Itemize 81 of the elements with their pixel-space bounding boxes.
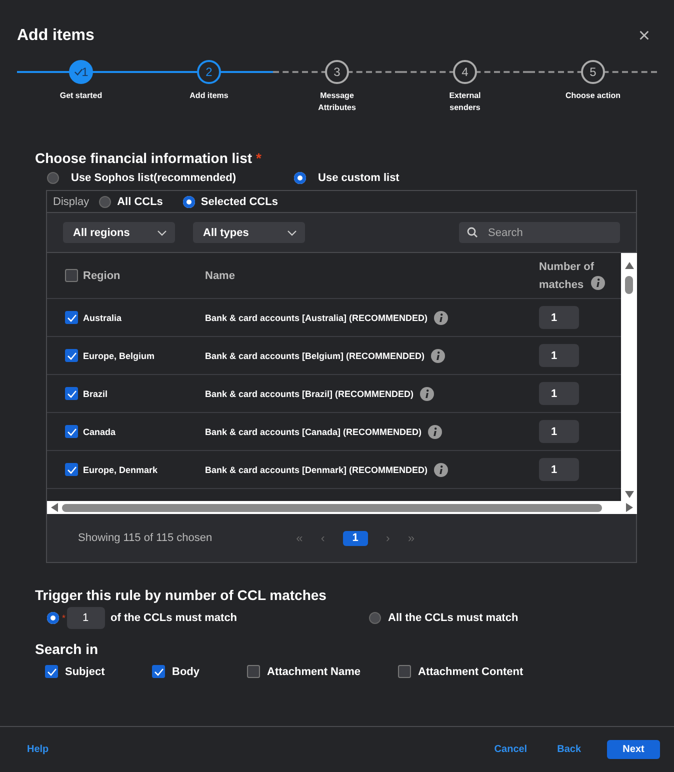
scroll-thumb[interactable] <box>62 504 602 512</box>
matches-input[interactable]: 1 <box>539 458 579 481</box>
info-icon <box>430 348 445 362</box>
type-dropdown[interactable]: All types <box>193 222 305 243</box>
step-label: Choose action <box>564 90 622 102</box>
chevron-down-icon <box>157 230 167 236</box>
radio-option[interactable]: Use custom list <box>294 172 400 184</box>
checkbox[interactable] <box>247 665 260 678</box>
info-icon <box>434 462 448 476</box>
checkbox[interactable] <box>152 665 165 678</box>
step-circle: 3 <box>325 60 349 84</box>
scroll-left-icon[interactable] <box>51 503 58 512</box>
checkbox[interactable] <box>65 349 78 362</box>
checkbox-option[interactable]: Attachment Content <box>398 665 524 678</box>
radio-option[interactable]: All CCLs <box>99 196 163 208</box>
scroll-thumb[interactable] <box>624 276 632 294</box>
region-dropdown[interactable]: All regions <box>63 222 175 243</box>
section-title: Search in <box>35 641 100 657</box>
info-icon <box>420 386 434 400</box>
checkbox-option[interactable]: Subject <box>45 665 152 678</box>
dialog-title: Add items <box>17 27 94 45</box>
matches-input[interactable]: 1 <box>539 306 579 329</box>
display-label: Display <box>53 196 90 208</box>
radio-option[interactable]: All the CCLs must match <box>369 612 518 624</box>
table-cell: Bank & card accounts [Australia] (RECOMMENDED) <box>205 312 428 322</box>
info-icon <box>428 424 442 438</box>
showing-count: Showing 115 of 115 chosen <box>78 532 212 544</box>
checkbox[interactable] <box>65 387 78 400</box>
section-title: Choose financial information list * <box>35 150 262 166</box>
radio-option[interactable]: Use Sophos list(recommended) <box>47 172 236 184</box>
table-cell-text: Europe, Belgium <box>83 350 156 360</box>
info-icon <box>591 276 605 290</box>
step-circle: 5 <box>581 60 605 84</box>
required-mark: * <box>62 613 66 623</box>
chevron-down-icon <box>287 230 297 236</box>
checkbox[interactable] <box>398 665 411 678</box>
table-cell: Bank & card accounts [Canada] (RECOMMENDED) <box>205 426 422 436</box>
radio-button[interactable] <box>47 612 59 624</box>
table-cell: Bank & card accounts [Denmark] (RECOMMENDED) <box>205 464 428 474</box>
option-label: of the CCLs must match <box>110 612 238 624</box>
checkbox[interactable] <box>65 311 78 324</box>
column-header: Number of matches <box>539 260 595 292</box>
help-link[interactable]: Help <box>27 744 49 755</box>
close-button[interactable]: × <box>638 24 650 48</box>
checkbox[interactable] <box>65 463 78 476</box>
column-header: Name <box>205 268 236 284</box>
radio-option[interactable]: Selected CCLs <box>182 196 278 208</box>
page-button[interactable]: 1 <box>342 530 368 546</box>
step-label: External senders <box>448 90 482 114</box>
checkbox[interactable] <box>45 665 58 678</box>
step-label: Message Attributes <box>317 90 357 114</box>
table-cell-text: Australia <box>83 312 123 322</box>
scroll-down-icon[interactable] <box>624 491 634 498</box>
step-circle: 1 <box>69 60 93 84</box>
search-icon <box>467 227 478 238</box>
column-header: Region <box>83 268 122 284</box>
checkbox[interactable] <box>65 425 78 438</box>
matches-input[interactable]: 1 <box>539 420 579 443</box>
next-button[interactable]: Next <box>607 740 660 759</box>
checkbox[interactable] <box>65 269 78 282</box>
step-label: Get started <box>58 90 104 102</box>
matches-input[interactable]: 1 <box>539 344 579 367</box>
table-cell-text: Canada <box>83 426 117 436</box>
matches-input[interactable]: 1 <box>539 382 579 405</box>
step-label: Add items <box>188 90 230 102</box>
cancel-link[interactable]: Cancel <box>494 744 528 755</box>
count-input[interactable]: 1 <box>66 607 105 629</box>
table-cell: Bank & card accounts [Belgium] (RECOMMENDED) <box>205 350 425 360</box>
step-circle: 2 <box>197 60 221 84</box>
checkbox-option[interactable]: Attachment Name <box>247 665 398 678</box>
section-title: Trigger this rule by number of CCL matches <box>35 587 328 603</box>
step-circle: 4 <box>453 60 477 84</box>
table-cell-text: Brazil <box>83 388 109 398</box>
scroll-up-icon[interactable] <box>624 262 634 269</box>
scroll-right-icon[interactable] <box>626 503 633 512</box>
checkbox-option[interactable]: Body <box>152 665 247 678</box>
info-icon <box>434 310 448 324</box>
back-link[interactable]: Back <box>557 744 581 755</box>
table-cell: Bank & card accounts [Brazil] (RECOMMENDED) <box>205 388 414 398</box>
search-field[interactable]: Search <box>459 222 620 243</box>
table-cell-text: Europe, Denmark <box>83 464 159 474</box>
